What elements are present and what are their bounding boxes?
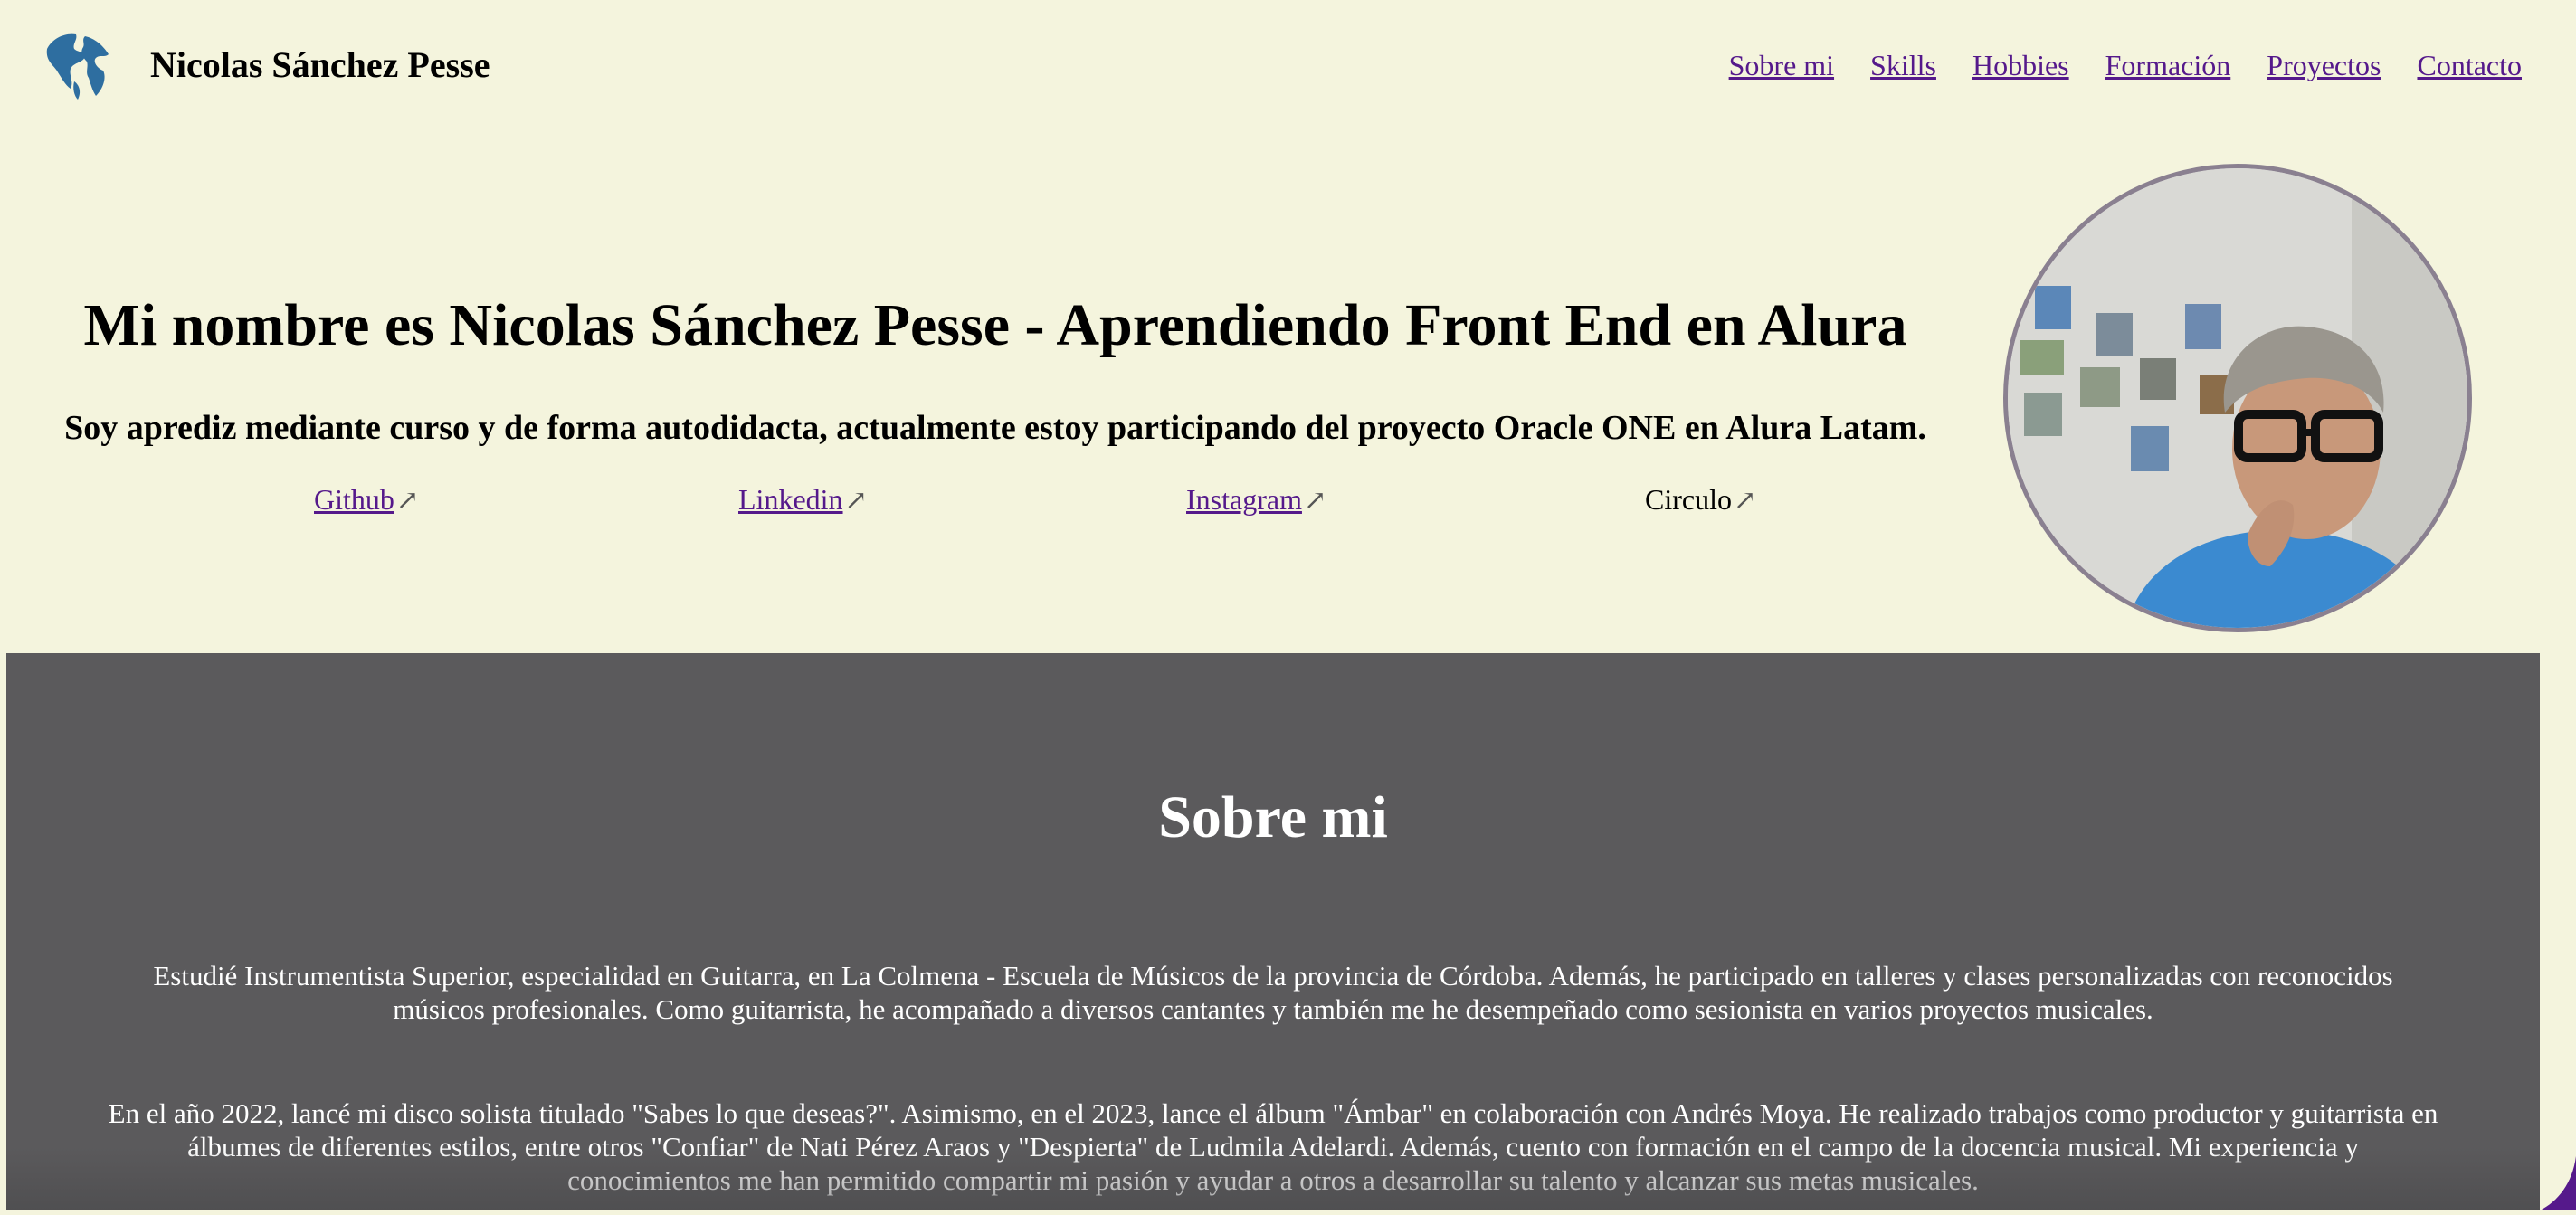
circulo-link[interactable]: Circulo <box>1645 483 1732 516</box>
linkedin-link[interactable]: Linkedin <box>738 483 843 516</box>
nav-proyectos[interactable]: Proyectos <box>2267 42 2381 89</box>
nav-contacto[interactable]: Contacto <box>2417 42 2522 89</box>
external-link-icon: ↗ <box>395 486 420 516</box>
instagram-link-item: Instagram↗ <box>1186 478 1326 523</box>
external-link-icon: ↗ <box>844 486 868 516</box>
instagram-link[interactable]: Instagram <box>1186 483 1302 516</box>
site-brand: Nicolas Sánchez Pesse <box>150 44 490 85</box>
about-section: Sobre mi Estudié Instrumentista Superior… <box>6 653 2540 1210</box>
circulo-link-item: Circulo↗ <box>1645 478 1756 523</box>
globe-icon[interactable] <box>38 25 118 105</box>
about-paragraph: Estudié Instrumentista Superior, especia… <box>153 960 2393 1025</box>
nav-hobbies[interactable]: Hobbies <box>1972 42 2069 89</box>
external-link-icon: ↗ <box>1733 486 1757 516</box>
bottom-fade <box>6 1147 2540 1210</box>
profile-photo <box>2003 164 2472 632</box>
hero-subtitle: Soy aprediz mediante curso y de forma au… <box>64 409 1926 447</box>
github-link[interactable]: Github <box>314 483 394 516</box>
github-link-item: Github↗ <box>314 478 419 523</box>
nav-skills[interactable]: Skills <box>1870 42 1936 89</box>
main-nav: Sobre mi Skills Hobbies Formación Proyec… <box>1729 42 2522 89</box>
hero-title: Mi nombre es Nicolas Sánchez Pesse - Apr… <box>83 292 1907 358</box>
about-title: Sobre mi <box>1158 784 1388 850</box>
nav-sobre-mi[interactable]: Sobre mi <box>1729 42 1834 89</box>
social-links: Github↗ Linkedin↗ Instagram↗ Circulo↗ <box>0 478 1991 523</box>
external-link-icon: ↗ <box>1303 486 1327 516</box>
nav-formacion[interactable]: Formación <box>2105 42 2231 89</box>
linkedin-link-item: Linkedin↗ <box>738 478 868 523</box>
window-corner <box>2540 1156 2576 1210</box>
site-header: Nicolas Sánchez Pesse Sobre mi Skills Ho… <box>0 0 2576 131</box>
